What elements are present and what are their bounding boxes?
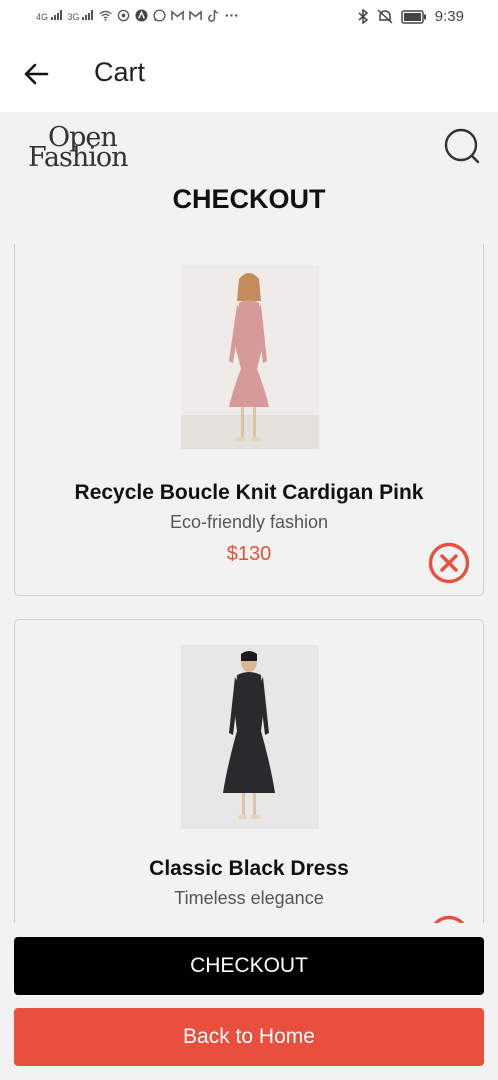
- signal-icon: 4G: [36, 9, 63, 22]
- app-icon: [135, 9, 148, 22]
- status-icons-right: 9:39: [357, 8, 464, 25]
- bluetooth-icon: [358, 9, 368, 24]
- whatsapp-icon: [153, 9, 166, 22]
- product-name: Recycle Boucle Knit Cardigan Pink: [74, 481, 424, 504]
- cart-item-list[interactable]: Recycle Boucle Knit Cardigan Pink Eco-fr…: [0, 244, 498, 923]
- hotspot-icon: [117, 9, 130, 22]
- back-button[interactable]: [18, 56, 54, 92]
- product-image[interactable]: [181, 645, 319, 829]
- search-button[interactable]: [440, 124, 484, 168]
- cart-item-card[interactable]: Recycle Boucle Knit Cardigan Pink Eco-fr…: [14, 244, 484, 596]
- product-subtitle: Timeless elegance: [174, 888, 324, 908]
- mute-icon: [377, 9, 393, 24]
- checkout-button[interactable]: CHECKOUT: [14, 937, 484, 995]
- network-type-label: 3G: [67, 11, 80, 22]
- gmail-icon: [171, 10, 184, 21]
- remove-item-button[interactable]: [427, 541, 471, 585]
- status-bar: 4G 3G 9:39: [0, 0, 498, 34]
- close-circle-icon: [428, 542, 470, 584]
- gmail-icon: [189, 10, 202, 21]
- checkout-heading: CHECKOUT: [172, 184, 326, 214]
- arrow-left-icon: [24, 63, 49, 85]
- product-photo-pink-dress: [181, 265, 319, 449]
- battery-icon: [401, 9, 426, 24]
- signal-icon: 3G: [67, 9, 95, 22]
- brand-logo[interactable]: Open Fashion: [28, 124, 138, 172]
- product-name: Classic Black Dress: [149, 857, 349, 880]
- product-price: $130: [226, 543, 272, 565]
- logo-text-fashion: Fashion: [28, 142, 129, 173]
- page-title: Cart: [94, 57, 146, 87]
- main-content: Open Fashion CHECKOUT Recycle Boucle Kni…: [0, 112, 498, 1080]
- close-circle-icon: [433, 915, 465, 923]
- product-image[interactable]: [181, 265, 319, 449]
- tiktok-icon: [208, 9, 219, 22]
- product-subtitle: Eco-friendly fashion: [169, 512, 329, 532]
- cart-item-card[interactable]: Classic Black Dress Timeless elegance: [14, 619, 484, 923]
- wifi-icon: [99, 10, 112, 21]
- search-icon: [444, 128, 480, 164]
- status-icons-left: 4G 3G: [36, 9, 238, 22]
- product-photo-black-dress: [181, 645, 319, 829]
- status-time: 9:39: [434, 8, 464, 25]
- remove-item-button[interactable]: [427, 914, 471, 923]
- more-icon: [225, 14, 238, 17]
- back-to-home-button[interactable]: Back to Home: [14, 1008, 484, 1066]
- app-bar: Cart: [0, 34, 498, 112]
- network-type-label: 4G: [36, 11, 49, 22]
